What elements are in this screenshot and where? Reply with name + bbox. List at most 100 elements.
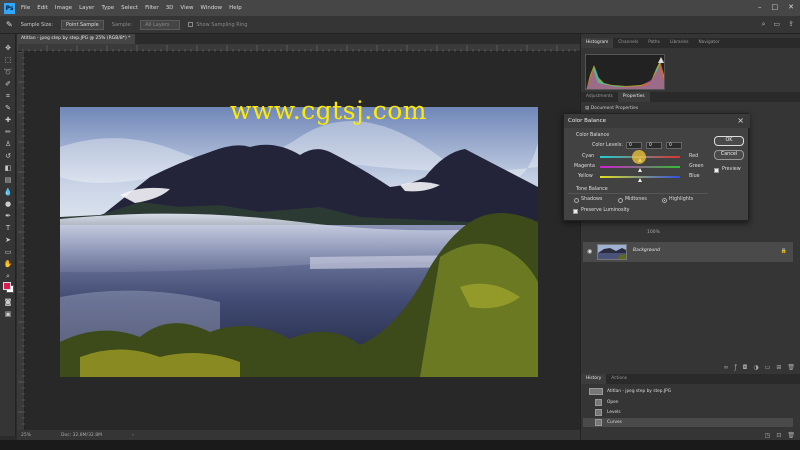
maximize-icon[interactable]: □ xyxy=(772,3,779,11)
history-item-curves[interactable]: Curves xyxy=(583,418,793,427)
cancel-button[interactable]: Cancel xyxy=(714,150,744,160)
tab-navigator[interactable]: Navigator xyxy=(693,38,724,48)
preview-checkbox[interactable] xyxy=(714,168,719,173)
level-input-magenta-green[interactable]: 0 xyxy=(646,142,662,149)
delete-state-icon[interactable]: 🗑 xyxy=(787,432,795,439)
share-icon[interactable]: ⇪ xyxy=(788,20,794,29)
menu-filter[interactable]: Filter xyxy=(145,5,159,11)
menu-window[interactable]: Window xyxy=(200,5,222,11)
sample-label: Sample: xyxy=(111,21,133,28)
history-item-levels[interactable]: Levels xyxy=(583,408,793,417)
type-tool-icon[interactable]: T xyxy=(3,224,13,232)
sample-select[interactable]: All Layers xyxy=(140,19,181,30)
color-balance-dialog: Color Balance × Color Balance Color Leve… xyxy=(563,113,750,221)
ruler-ticks-v xyxy=(18,51,25,425)
fx-icon[interactable]: ƒ xyxy=(735,364,737,371)
status-zoom[interactable]: 25% xyxy=(21,433,31,438)
slider-thumb-yellow-blue[interactable] xyxy=(638,178,642,182)
healing-brush-icon[interactable]: ✚ xyxy=(3,116,13,124)
tab-history[interactable]: History xyxy=(581,374,607,384)
pen-tool-icon[interactable]: ✒ xyxy=(3,212,13,220)
clone-stamp-icon[interactable]: ♙ xyxy=(3,140,13,148)
camera-icon[interactable]: ⊡ xyxy=(776,432,781,439)
eyedropper-icon[interactable]: ✎ xyxy=(3,104,13,112)
sample-size-select[interactable]: Point Sample xyxy=(61,19,104,30)
slider-thumb-magenta-green[interactable] xyxy=(638,168,642,172)
close-window-icon[interactable]: ✕ xyxy=(788,3,794,11)
new-layer-icon[interactable]: ⊞ xyxy=(776,364,781,371)
histogram-tabs: Histogram Channels Paths Libraries Navig… xyxy=(581,38,800,48)
menu-select[interactable]: Select xyxy=(121,5,138,11)
zoom-tool-icon[interactable]: ⌕ xyxy=(3,272,13,280)
menu-layer[interactable]: Layer xyxy=(79,5,94,11)
trash-icon[interactable]: 🗑 xyxy=(787,364,795,371)
eye-icon[interactable]: ◉ xyxy=(587,248,592,255)
menu-view[interactable]: View xyxy=(180,5,193,11)
history-brush-icon[interactable]: ↺ xyxy=(3,152,13,160)
preview-label: Preview xyxy=(722,167,741,172)
menu-file[interactable]: File xyxy=(21,5,30,11)
landscape-photo[interactable] xyxy=(60,107,538,377)
lasso-tool-icon[interactable]: ➰ xyxy=(3,68,13,76)
photoshop-logo-icon[interactable]: Ps xyxy=(4,2,15,14)
tab-histogram[interactable]: Histogram xyxy=(581,38,614,48)
show-sampling-ring-checkbox[interactable]: Show Sampling Ring xyxy=(188,21,247,28)
tab-libraries[interactable]: Libraries xyxy=(665,38,694,48)
right-panels: Histogram Channels Paths Libraries Navig… xyxy=(580,34,800,440)
menu-type[interactable]: Type xyxy=(101,5,114,11)
folder-icon[interactable]: ▭ xyxy=(765,364,771,371)
menu-edit[interactable]: Edit xyxy=(37,5,48,11)
layer-row-background[interactable]: ◉ Background 🔒 xyxy=(583,242,793,262)
search-icon[interactable]: ⌕ xyxy=(762,20,766,29)
history-item-open[interactable]: Open xyxy=(583,398,793,407)
move-tool-icon[interactable]: ✥ xyxy=(3,44,13,52)
layer-opacity-value[interactable]: 100% xyxy=(647,230,660,235)
tab-paths[interactable]: Paths xyxy=(643,38,665,48)
status-arrow-icon[interactable]: › xyxy=(132,433,134,438)
dialog-close-icon[interactable]: × xyxy=(737,114,744,128)
blur-tool-icon[interactable]: 💧 xyxy=(3,188,13,196)
preserve-luminosity-label: Preserve Luminosity xyxy=(581,208,630,213)
tab-properties[interactable]: Properties xyxy=(617,92,650,102)
link-icon[interactable]: ∞ xyxy=(724,364,729,371)
level-input-yellow-blue[interactable]: 0 xyxy=(666,142,682,149)
quick-mask-icon[interactable]: ◙ xyxy=(3,298,13,306)
tab-channels[interactable]: Channels xyxy=(613,38,643,48)
mask-icon[interactable]: ◘ xyxy=(743,364,748,371)
photo-illustration xyxy=(60,107,538,377)
label-midtones: Midtones xyxy=(625,197,647,202)
menu-3d[interactable]: 3D xyxy=(166,5,174,11)
quick-select-tool-icon[interactable]: ✐ xyxy=(3,80,13,88)
hand-tool-icon[interactable]: ✋ xyxy=(3,260,13,268)
menu-help[interactable]: Help xyxy=(229,5,242,11)
radio-highlights[interactable] xyxy=(662,198,667,203)
radio-shadows[interactable] xyxy=(574,198,579,203)
adjustment-icon[interactable]: ◑ xyxy=(753,364,758,371)
minimize-icon[interactable]: – xyxy=(758,3,762,11)
menu-image[interactable]: Image xyxy=(55,5,72,11)
snapshot-icon[interactable]: ◳ xyxy=(765,432,771,439)
path-select-icon[interactable]: ➤ xyxy=(3,236,13,244)
eraser-tool-icon[interactable]: ◧ xyxy=(3,164,13,172)
marquee-tool-icon[interactable]: ⬚ xyxy=(3,56,13,64)
foreground-color-swatch[interactable] xyxy=(3,282,11,290)
preserve-luminosity-checkbox[interactable] xyxy=(573,209,578,214)
histogram-curves xyxy=(586,57,664,89)
status-doc-size: Doc: 32.8M/32.8M xyxy=(61,432,102,438)
crop-tool-icon[interactable]: ⌗ xyxy=(3,92,13,100)
tab-adjustments[interactable]: Adjustments xyxy=(581,92,618,102)
dodge-tool-icon[interactable]: ● xyxy=(3,200,13,208)
level-input-cyan-red[interactable]: 0 xyxy=(626,142,642,149)
radio-midtones[interactable] xyxy=(618,198,623,203)
ok-button[interactable]: OK xyxy=(714,136,744,146)
shape-tool-icon[interactable]: ▭ xyxy=(3,248,13,256)
workspace-icon[interactable]: ▭ xyxy=(774,20,781,29)
lock-icon[interactable]: 🔒 xyxy=(781,248,787,254)
document-tab[interactable]: Atitlan - jpeg step by step.JPG @ 25% (R… xyxy=(17,34,135,51)
brush-tool-icon[interactable]: ✏ xyxy=(3,128,13,136)
history-snapshot[interactable]: Atitlan - jpeg step by step.JPG xyxy=(583,387,793,396)
eyedropper-tool-icon[interactable]: ✎ xyxy=(6,20,13,29)
gradient-tool-icon[interactable]: ▤ xyxy=(3,176,13,184)
screen-mode-icon[interactable]: ▣ xyxy=(3,310,13,318)
tab-actions[interactable]: Actions xyxy=(606,374,632,384)
